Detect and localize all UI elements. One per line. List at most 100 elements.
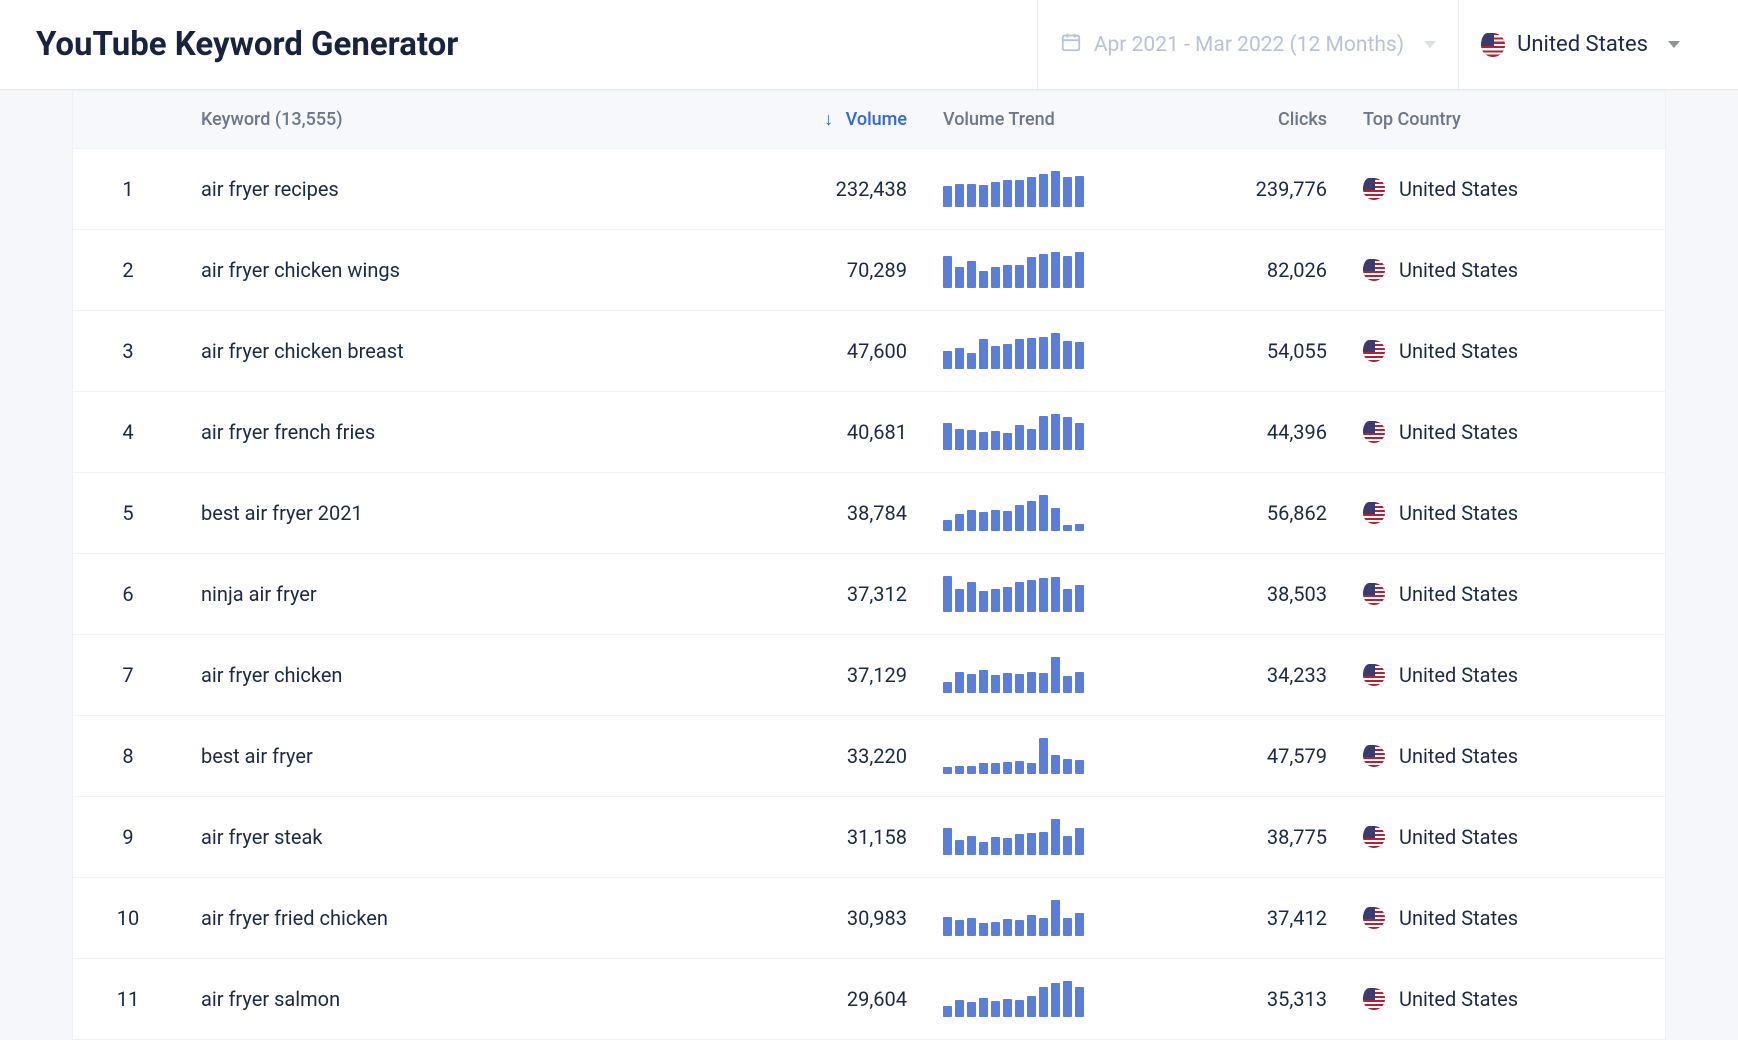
table-row[interactable]: 5best air fryer 202138,78456,862United S…	[73, 473, 1665, 554]
cell-volume: 37,129	[745, 635, 925, 716]
us-flag-icon	[1363, 583, 1385, 605]
keyword-link[interactable]: air fryer salmon	[201, 987, 340, 1011]
sparkline	[943, 657, 1167, 693]
col-clicks[interactable]: Clicks	[1185, 91, 1345, 149]
cell-clicks: 34,233	[1185, 635, 1345, 716]
keyword-link[interactable]: air fryer fried chicken	[201, 906, 388, 930]
cell-trend	[925, 230, 1185, 311]
col-keyword[interactable]: Keyword (13,555)	[183, 91, 745, 149]
country-name: United States	[1399, 906, 1518, 930]
cell-top-country: United States	[1345, 959, 1665, 1040]
table-row[interactable]: 3air fryer chicken breast47,60054,055Uni…	[73, 311, 1665, 392]
us-flag-icon	[1363, 907, 1385, 929]
table-row[interactable]: 10air fryer fried chicken30,98337,412Uni…	[73, 878, 1665, 959]
country-name: United States	[1399, 501, 1518, 525]
date-range-selector[interactable]: Apr 2021 - Mar 2022 (12 Months)	[1037, 0, 1458, 90]
col-volume-trend[interactable]: Volume Trend	[925, 91, 1185, 149]
cell-keyword: ninja air fryer	[183, 554, 745, 635]
cell-volume: 30,983	[745, 878, 925, 959]
date-range-label: Apr 2021 - Mar 2022 (12 Months)	[1094, 33, 1404, 57]
us-flag-icon	[1363, 178, 1385, 200]
us-flag-icon	[1363, 340, 1385, 362]
cell-trend	[925, 149, 1185, 230]
col-volume[interactable]: ↓ Volume	[745, 91, 925, 149]
cell-clicks: 54,055	[1185, 311, 1345, 392]
cell-clicks: 56,862	[1185, 473, 1345, 554]
us-flag-icon	[1363, 421, 1385, 443]
cell-trend	[925, 311, 1185, 392]
cell-trend	[925, 797, 1185, 878]
keyword-link[interactable]: air fryer chicken wings	[201, 258, 400, 282]
table-row[interactable]: 8best air fryer33,22047,579United States	[73, 716, 1665, 797]
us-flag-icon	[1363, 664, 1385, 686]
cell-trend	[925, 635, 1185, 716]
country-name: United States	[1399, 663, 1518, 687]
sparkline	[943, 576, 1167, 612]
cell-rank: 11	[73, 959, 183, 1040]
sparkline	[943, 252, 1167, 288]
sparkline	[943, 414, 1167, 450]
cell-top-country: United States	[1345, 635, 1665, 716]
table-row[interactable]: 9air fryer steak31,15838,775United State…	[73, 797, 1665, 878]
sparkline	[943, 738, 1167, 774]
cell-volume: 70,289	[745, 230, 925, 311]
cell-top-country: United States	[1345, 230, 1665, 311]
table-row[interactable]: 2air fryer chicken wings70,28982,026Unit…	[73, 230, 1665, 311]
keyword-link[interactable]: air fryer recipes	[201, 177, 339, 201]
chevron-down-icon	[1424, 41, 1436, 48]
table-row[interactable]: 4air fryer french fries40,68144,396Unite…	[73, 392, 1665, 473]
cell-top-country: United States	[1345, 878, 1665, 959]
keyword-link[interactable]: ninja air fryer	[201, 582, 317, 606]
keyword-link[interactable]: air fryer chicken	[201, 663, 342, 687]
col-rank[interactable]	[73, 91, 183, 149]
table-row[interactable]: 11 air fryer salmon 29,604 35,313United Sta…	[73, 959, 1665, 1040]
cell-volume: 33,220	[745, 716, 925, 797]
country-name: United States	[1399, 744, 1518, 768]
cell-top-country: United States	[1345, 554, 1665, 635]
keyword-link[interactable]: best air fryer 2021	[201, 501, 363, 525]
us-flag-icon	[1363, 502, 1385, 524]
cell-rank: 5	[73, 473, 183, 554]
sort-desc-icon: ↓	[824, 109, 833, 130]
cell-trend	[925, 554, 1185, 635]
country-name: United States	[1399, 582, 1518, 606]
cell-volume: 40,681	[745, 392, 925, 473]
keyword-link[interactable]: air fryer french fries	[201, 420, 375, 444]
col-top-country[interactable]: Top Country	[1345, 91, 1665, 149]
keyword-link[interactable]: air fryer chicken breast	[201, 339, 404, 363]
country-name: United States	[1399, 339, 1518, 363]
cell-keyword: air fryer fried chicken	[183, 878, 745, 959]
cell-clicks: 239,776	[1185, 149, 1345, 230]
cell-top-country: United States	[1345, 392, 1665, 473]
table-row[interactable]: 7air fryer chicken37,12934,233United Sta…	[73, 635, 1665, 716]
table-row[interactable]: 6ninja air fryer37,31238,503United State…	[73, 554, 1665, 635]
country-name: United States	[1399, 825, 1518, 849]
cell-clicks: 38,775	[1185, 797, 1345, 878]
keyword-link[interactable]: air fryer steak	[201, 825, 323, 849]
country-selector[interactable]: United States	[1458, 0, 1702, 90]
sparkline	[943, 333, 1167, 369]
cell-trend	[925, 959, 1185, 1040]
cell-rank: 1	[73, 149, 183, 230]
cell-volume: 29,604	[745, 959, 925, 1040]
table-row[interactable]: 1air fryer recipes232,438239,776United S…	[73, 149, 1665, 230]
chevron-down-icon	[1668, 41, 1680, 48]
keyword-link[interactable]: best air fryer	[201, 744, 313, 768]
us-flag-icon	[1363, 259, 1385, 281]
cell-keyword: air fryer steak	[183, 797, 745, 878]
sparkline	[943, 981, 1167, 1017]
cell-rank: 4	[73, 392, 183, 473]
sparkline	[943, 495, 1167, 531]
cell-trend	[925, 473, 1185, 554]
keyword-table: Keyword (13,555) ↓ Volume Volume Trend C…	[73, 91, 1665, 1039]
cell-clicks: 35,313	[1185, 959, 1345, 1040]
cell-volume: 37,312	[745, 554, 925, 635]
cell-keyword: best air fryer	[183, 716, 745, 797]
country-label: United States	[1517, 32, 1648, 57]
cell-rank: 3	[73, 311, 183, 392]
cell-clicks: 47,579	[1185, 716, 1345, 797]
country-name: United States	[1399, 258, 1518, 282]
cell-keyword: best air fryer 2021	[183, 473, 745, 554]
us-flag-icon	[1481, 33, 1505, 57]
cell-top-country: United States	[1345, 473, 1665, 554]
